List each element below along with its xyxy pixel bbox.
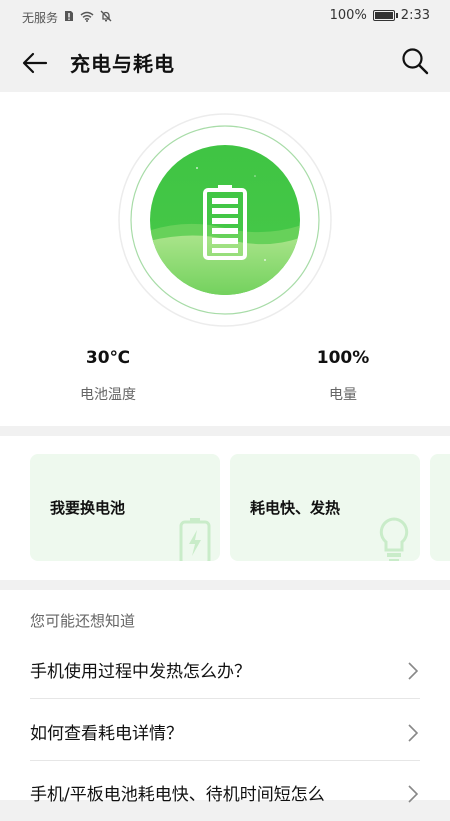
more-action-card[interactable] (430, 454, 450, 561)
search-icon (402, 48, 429, 75)
search-button[interactable] (400, 46, 430, 76)
status-left: 无服务 (22, 9, 112, 26)
power-drain-card[interactable]: 耗电快、发热 (230, 454, 420, 561)
temperature-label: 电池温度 (80, 387, 136, 403)
status-bar: 无服务 100% 2:33 (0, 0, 450, 32)
quick-actions: 我要换电池 耗电快、发热 (0, 436, 450, 580)
faq-item[interactable]: 如何查看耗电详情？ (30, 704, 420, 761)
level-label: 电量 (329, 387, 357, 403)
faq-section: 您可能还想知道 手机使用过程中发热怎么办？ 如何查看耗电详情？ 手机/平板电池耗… (0, 590, 450, 805)
chevron-right-icon (408, 724, 418, 742)
wifi-icon (80, 11, 94, 25)
mute-bell-icon (100, 10, 112, 25)
app-bar: 充电与耗电 (0, 32, 450, 92)
faq-heading: 您可能还想知道 (30, 612, 136, 630)
temperature-stat: 30℃ 电池温度 (28, 348, 188, 404)
battery-status-card: 30℃ 电池温度 100% 电量 (0, 92, 450, 426)
sim-alert-icon (64, 10, 74, 25)
replace-battery-label: 我要换电池 (50, 499, 126, 517)
temperature-value: 30℃ (85, 348, 131, 368)
level-value: 100% (316, 348, 370, 368)
battery-gauge (115, 110, 335, 330)
power-drain-label: 耗电快、发热 (250, 499, 341, 517)
faq-question: 手机使用过程中发热怎么办？ (30, 662, 251, 682)
page-title: 充电与耗电 (70, 52, 175, 76)
lightbulb-icon (376, 516, 412, 561)
arrow-left-icon (22, 52, 48, 74)
level-stat: 100% 电量 (263, 348, 423, 404)
status-right: 100% 2:33 (330, 8, 430, 23)
back-button[interactable] (20, 48, 50, 78)
chevron-right-icon (408, 662, 418, 680)
clock-text: 2:33 (400, 8, 430, 23)
faq-item[interactable]: 手机/平板电池耗电快、待机时间短怎么 (30, 765, 420, 821)
faq-item[interactable]: 手机使用过程中发热怎么办？ (30, 642, 420, 699)
battery-charging-icon (178, 516, 212, 561)
carrier-text: 无服务 (22, 11, 59, 25)
faq-question: 如何查看耗电详情？ (30, 724, 183, 744)
battery-percent-text: 100% (329, 8, 367, 23)
faq-question: 手机/平板电池耗电快、待机时间短怎么 (30, 785, 325, 805)
battery-icon (372, 10, 398, 21)
replace-battery-card[interactable]: 我要换电池 (30, 454, 220, 561)
chevron-right-icon (408, 785, 418, 803)
